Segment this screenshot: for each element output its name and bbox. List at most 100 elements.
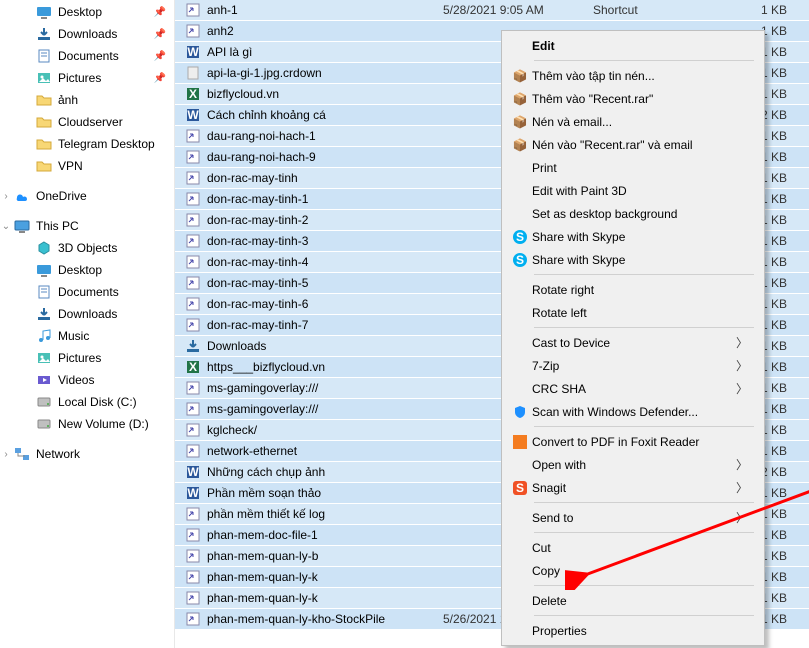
shortcut-icon [185,254,201,270]
ctx-open-with[interactable]: Open with〉 [504,453,762,476]
shortcut-icon [185,233,201,249]
tree-this-pc[interactable]: ⌄ This PC [0,215,174,237]
ctx-rotate-right[interactable]: Rotate right [504,278,762,301]
svg-text:S: S [516,230,524,244]
chevron-right-icon: 〉 [736,380,752,397]
ctx-defender[interactable]: Scan with Windows Defender... [504,400,762,423]
winrar-icon: 📦 [508,69,532,83]
tree-item-downloads[interactable]: Downloads [0,303,174,325]
word-icon: W [185,107,201,123]
chevron-right-icon: 〉 [736,357,752,374]
ctx-cast-to-device[interactable]: Cast to Device〉 [504,331,762,354]
tree-network[interactable]: › Network [0,443,174,465]
tree-label: This PC [36,219,79,233]
svg-text:X: X [189,360,197,374]
svg-text:W: W [187,465,199,479]
tree-label: Pictures [58,71,101,85]
shortcut-icon [185,191,201,207]
ctx-add-recent[interactable]: 📦Thêm vào "Recent.rar" [504,87,762,110]
file-name: phan-mem-quan-ly-k [207,570,443,584]
tree-item-desktop[interactable]: Desktop📌 [0,1,174,23]
documents-icon [36,48,52,64]
shortcut-icon [185,149,201,165]
tree-item-documents[interactable]: Documents [0,281,174,303]
tree-item-downloads[interactable]: Downloads📌 [0,23,174,45]
file-name: dau-rang-noi-hach-9 [207,150,443,164]
file-name: don-rac-may-tinh-7 [207,318,443,332]
3d-icon [36,240,52,256]
tree-item-cloudserver[interactable]: Cloudserver [0,111,174,133]
tree-label: Telegram Desktop [58,137,155,151]
tree-item-3d-objects[interactable]: 3D Objects [0,237,174,259]
tree-label: Music [58,329,89,343]
ctx-foxit[interactable]: Convert to PDF in Foxit Reader [504,430,762,453]
chevron-right-icon: 〉 [736,334,752,351]
ctx-share-skype[interactable]: SShare with Skype [504,225,762,248]
context-menu: Edit 📦Thêm vào tập tin nén... 📦Thêm vào … [501,30,765,646]
tree-item-pictures[interactable]: Pictures📌 [0,67,174,89]
tree-label: Documents [58,49,119,63]
tree-label: OneDrive [36,189,87,203]
desktop-icon [36,262,52,278]
pin-icon: 📌 [154,51,166,62]
pc-icon [14,218,30,234]
ctx-crc-sha[interactable]: CRC SHA〉 [504,377,762,400]
ctx-properties[interactable]: Properties [504,619,762,642]
tree-label: Videos [58,373,94,387]
tree-item-documents[interactable]: Documents 📌 [0,45,174,67]
file-name: phan-mem-quan-ly-kho-StockPile [207,612,443,626]
shortcut-icon [185,611,201,627]
tree-item-desktop[interactable]: Desktop [0,259,174,281]
tree-item-pictures[interactable]: Pictures [0,347,174,369]
tree-label: Documents [58,285,119,299]
tree-label: 3D Objects [58,241,117,255]
tree-item-telegram-desktop[interactable]: Telegram Desktop [0,133,174,155]
videos-icon [36,372,52,388]
shortcut-icon [185,23,201,39]
ctx-compress-recent-email[interactable]: 📦Nén vào "Recent.rar" và email [504,133,762,156]
shortcut-icon [185,569,201,585]
ctx-add-archive[interactable]: 📦Thêm vào tập tin nén... [504,64,762,87]
disk-icon [36,394,52,410]
tree-item-ảnh[interactable]: ảnh [0,89,174,111]
ctx-set-background[interactable]: Set as desktop background [504,202,762,225]
ctx-send-to[interactable]: Send to〉 [504,506,762,529]
chevron-right-icon: › [0,191,12,202]
file-name: Phần mềm soạn thảo [207,486,443,500]
ctx-delete[interactable]: Delete [504,589,762,612]
ctx-snagit[interactable]: SSnagit〉 [504,476,762,499]
folder-icon [36,136,52,152]
tree-item-local-disk-c-[interactable]: Local Disk (C:) [0,391,174,413]
shortcut-icon [185,296,201,312]
tree-item-music[interactable]: Music [0,325,174,347]
winrar-icon: 📦 [508,138,532,152]
tree-item-new-volume-d-[interactable]: New Volume (D:) [0,413,174,435]
ctx-paint3d[interactable]: Edit with Paint 3D [504,179,762,202]
file-name: don-rac-may-tinh-4 [207,255,443,269]
onedrive-icon [14,188,30,204]
file-name: Những cách chụp ảnh [207,465,443,479]
ctx-7zip[interactable]: 7-Zip〉 [504,354,762,377]
ctx-share-skype[interactable]: SShare with Skype [504,248,762,271]
tree-onedrive[interactable]: › OneDrive [0,185,174,207]
folder-icon [36,114,52,130]
file-name: ms-gamingoverlay:/// [207,402,443,416]
ctx-print[interactable]: Print [504,156,762,179]
tree-item-vpn[interactable]: VPN [0,155,174,177]
ctx-copy[interactable]: Copy [504,559,762,582]
svg-text:X: X [189,87,197,101]
tree-item-videos[interactable]: Videos [0,369,174,391]
ctx-edit[interactable]: Edit [504,34,762,57]
file-name: don-rac-may-tinh-1 [207,192,443,206]
file-name: phan-mem-quan-ly-b [207,549,443,563]
ctx-rotate-left[interactable]: Rotate left [504,301,762,324]
file-icon [185,65,201,81]
svg-text:W: W [187,486,199,500]
ctx-cut[interactable]: Cut [504,536,762,559]
chevron-right-icon: › [0,449,12,460]
nav-tree: Desktop📌Downloads📌 Documents 📌 Pictures📌ảnh… [0,0,175,648]
skype-icon: S [508,230,532,244]
ctx-compress-email[interactable]: 📦Nén và email... [504,110,762,133]
file-row[interactable]: anh-15/28/2021 9:05 AMShortcut1 KB [175,0,809,21]
snagit-icon: S [508,481,532,495]
